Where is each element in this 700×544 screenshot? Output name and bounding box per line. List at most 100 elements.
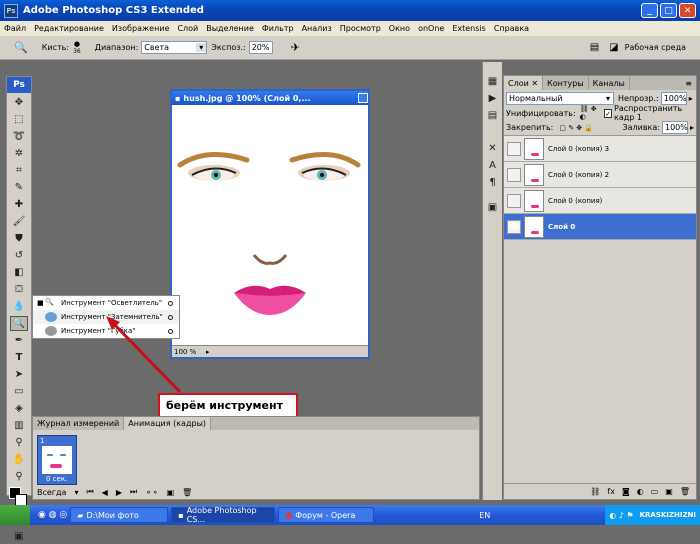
tray-icons[interactable]: ◐ ♪ ⚑ [609,511,633,520]
panel-menu-icon[interactable]: ≡ [685,79,692,88]
task-label: D:\Мои фото [86,510,139,520]
next-frame-icon[interactable]: ⏭ [130,487,137,497]
fill-input[interactable]: 100% [661,121,688,134]
lock-label: Закрепить: [506,123,554,132]
prev-frame-icon[interactable]: ◀ [102,488,108,497]
first-frame-icon[interactable]: ⏮ [86,487,93,497]
layer-row[interactable]: 👁 Слой 0 [504,214,696,240]
tab-label: Анимация (кадры) [128,419,207,428]
folder-icon: ▰ [77,510,84,520]
task-label: Adobe Photoshop CS... [186,506,257,524]
group-icon[interactable]: ▭ [651,487,659,496]
fill-label: Заливка: [622,123,660,132]
loop-select[interactable]: Всегда [37,488,66,497]
animation-tabs: Журнал измерений Анимация (кадры) [33,417,479,430]
layer-row[interactable]: Слой 0 (копия) [504,188,696,214]
layer-name[interactable]: Слой 0 (копия) [548,197,602,205]
chevron-right-icon[interactable]: ▸ [689,94,693,103]
paragraph-icon[interactable]: ¶ [484,175,502,190]
chevron-right-icon[interactable]: ▸ [690,123,694,132]
visibility-eye-icon[interactable]: 👁 [507,219,521,234]
layers-tabs: Слои ✕ Контуры Каналы ≡ [504,76,696,90]
delete-frame-icon[interactable]: 🗑 [182,488,192,497]
propagate-checkbox[interactable]: ✓ [604,108,613,118]
opacity-input[interactable]: 100% [660,91,687,105]
tab-layers[interactable]: Слои ✕ [504,76,544,90]
unify-row: Унифицировать: ⛓ ✥ ◐ ✓ Распространить ка… [504,104,696,122]
tab-label: Журнал измерений [37,419,120,428]
system-tray: ◐ ♪ ⚑ KRASKIZHIZNI [605,505,700,525]
layers-panel: Слои ✕ Контуры Каналы ≡ Нормальный ▾ Неп… [503,75,697,500]
layer-name[interactable]: Слой 0 (копия) 2 [548,171,609,179]
adjustment-icon[interactable]: ◐ [637,487,644,496]
frame-number: 1 [40,437,45,445]
layer-list: Слой 0 (копия) 3 Слой 0 (копия) 2 Слой 0 (… [504,136,696,240]
layer-thumbnail [524,215,544,238]
blend-mode-value: Нормальный [509,93,563,103]
history-icon[interactable]: ▤ [484,108,502,123]
layers-bottom-bar: ⛓ fx ◙ ◐ ▭ ▣ 🗑 [504,483,696,499]
fx-icon[interactable]: fx [607,487,615,496]
visibility-eye-icon[interactable] [507,167,521,182]
layer-row[interactable]: Слой 0 (копия) 2 [504,162,696,188]
screen-mode-icon[interactable]: ▣ [10,529,28,544]
duplicate-frame-icon[interactable]: ▣ [167,488,175,497]
chevron-down-icon: ▾ [605,93,610,103]
quicklaunch-icons[interactable]: ◉ ◍ ◎ [38,510,67,520]
chevron-down-icon: ▾ [74,487,79,497]
task-label: Форум - Opera [295,510,356,520]
opera-icon: ● [285,510,293,520]
taskbar-item-opera[interactable]: ● Форум - Opera [278,507,375,523]
trash-icon[interactable]: 🗑 [680,487,690,496]
taskbar-item-photoshop[interactable]: ▪ Adobe Photoshop CS... [171,506,276,524]
language-indicator[interactable]: EN [479,511,490,520]
opacity-label: Непрозр.: [618,93,659,103]
layer-name[interactable]: Слой 0 (копия) 3 [548,145,609,153]
close-icon[interactable]: ✕ [531,79,538,88]
tab-label: Контуры [547,78,584,88]
blend-mode-select[interactable]: Нормальный ▾ [506,91,614,105]
tab-label: Каналы [592,78,625,88]
taskbar: ◉ ◍ ◎ ▰ D:\Мои фото ▪ Adobe Photoshop CS… [0,505,700,525]
tab-paths[interactable]: Контуры [543,76,589,90]
opacity-value: 100% [663,93,687,103]
tray-label: KRASKIZHIZNI [639,511,696,519]
character-icon[interactable]: A [484,158,502,173]
layer-row[interactable]: Слой 0 (копия) 3 [504,136,696,162]
tab-animation[interactable]: Анимация (кадры) [124,417,212,430]
tab-channels[interactable]: Каналы [589,76,630,90]
tools-preset-icon[interactable]: ✕ [484,141,502,156]
play-icon[interactable]: ▶ [116,488,122,497]
layer-comps-icon[interactable]: ▣ [484,200,502,215]
callout-line1: берём инструмент [166,399,283,412]
tab-label: Слои [508,78,529,88]
layer-thumbnail [524,137,544,160]
animation-controls: Всегда ▾ ⏮ ◀ ▶ ⏭ ⚬⚬ ▣ 🗑 [37,487,192,497]
new-layer-icon[interactable]: ▣ [665,487,673,496]
propagate-label: Распространить кадр 1 [614,104,683,122]
tab-measurement-log[interactable]: Журнал измерений [33,417,125,430]
layer-thumbnail [524,163,544,186]
animation-frame[interactable]: 1 0 сек. [37,435,77,485]
unify-label: Унифицировать: [506,108,576,118]
frame-delay[interactable]: 0 сек. [46,475,67,483]
fill-value: 100% [664,123,688,132]
unify-icons[interactable]: ⛓ ✥ ◐ [580,105,601,121]
start-button[interactable] [0,505,30,525]
panel-icon-strip: ▦ ▶ ▤ ✕ A ¶ ▣ [482,62,502,500]
tween-icon[interactable]: ⚬⚬ [145,488,158,497]
mask-icon[interactable]: ◙ [622,487,630,496]
layer-thumbnail [524,189,544,212]
visibility-eye-icon[interactable] [507,193,521,208]
animation-panel: Журнал измерений Анимация (кадры) 1 0 се… [32,416,480,500]
layer-name[interactable]: Слой 0 [548,223,575,231]
ps-task-icon: ▪ [178,510,184,520]
taskbar-item-folder[interactable]: ▰ D:\Мои фото [70,507,169,523]
visibility-eye-icon[interactable] [507,141,521,156]
navigator-icon[interactable]: ▦ [484,74,502,89]
link-icon[interactable]: ⛓ [590,487,600,496]
frame-thumbnail [42,446,72,474]
lock-row: Закрепить: ▢ ✎ ✥ 🔒 Заливка: 100% ▸ [504,120,696,136]
actions-icon[interactable]: ▶ [484,91,502,106]
lock-icons[interactable]: ▢ ✎ ✥ 🔒 [559,124,593,132]
